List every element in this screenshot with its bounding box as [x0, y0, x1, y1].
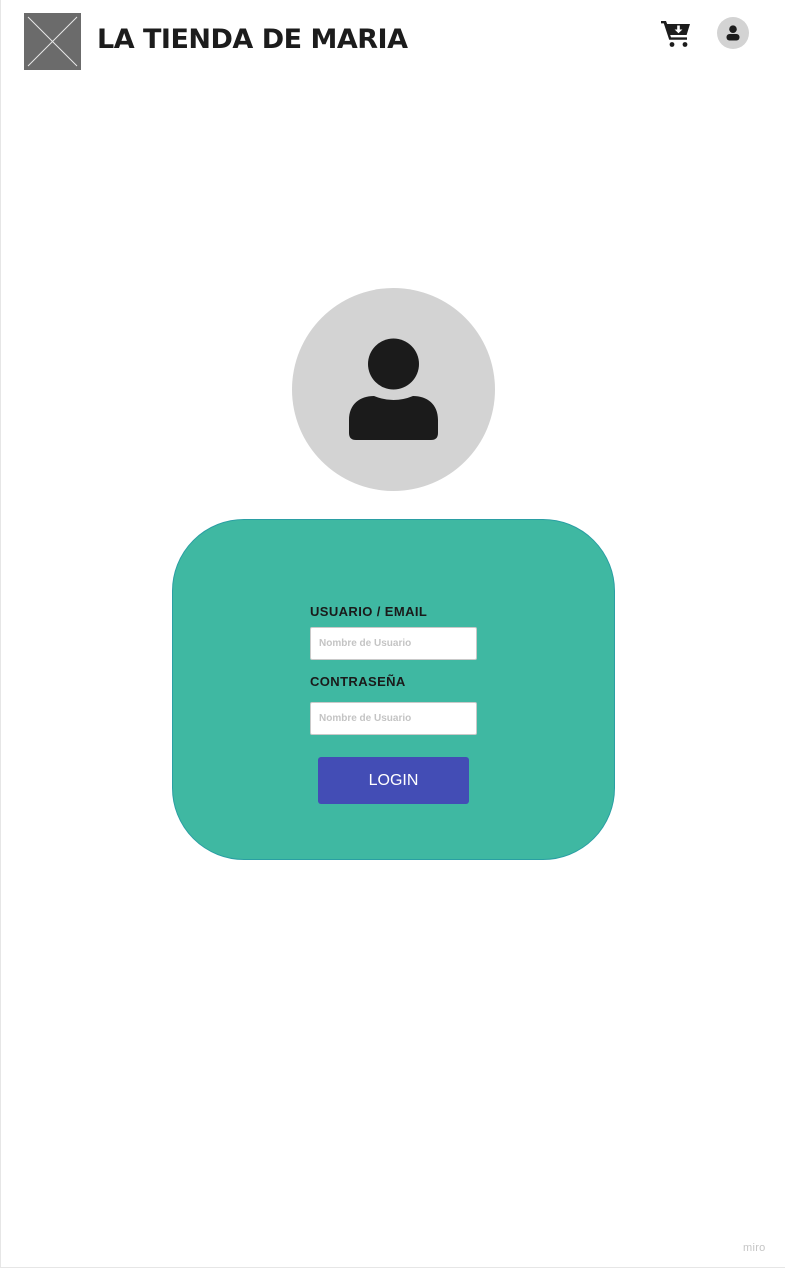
user-icon [726, 25, 740, 41]
miro-watermark: miro [743, 1242, 766, 1254]
username-label: USUARIO / EMAIL [310, 604, 428, 619]
logo-placeholder-icon[interactable] [24, 13, 81, 70]
password-label: CONTRASEÑA [310, 674, 406, 689]
account-button[interactable] [717, 17, 749, 49]
cart-button[interactable] [660, 18, 692, 48]
profile-avatar [292, 288, 495, 491]
password-input[interactable] [310, 702, 477, 735]
brand-title[interactable]: LA TIENDA DE MARIA [97, 24, 408, 55]
cart-download-icon [661, 21, 690, 47]
username-input[interactable] [310, 627, 477, 660]
user-icon [349, 338, 438, 440]
login-card [172, 519, 615, 860]
login-button[interactable]: LOGIN [318, 757, 469, 804]
